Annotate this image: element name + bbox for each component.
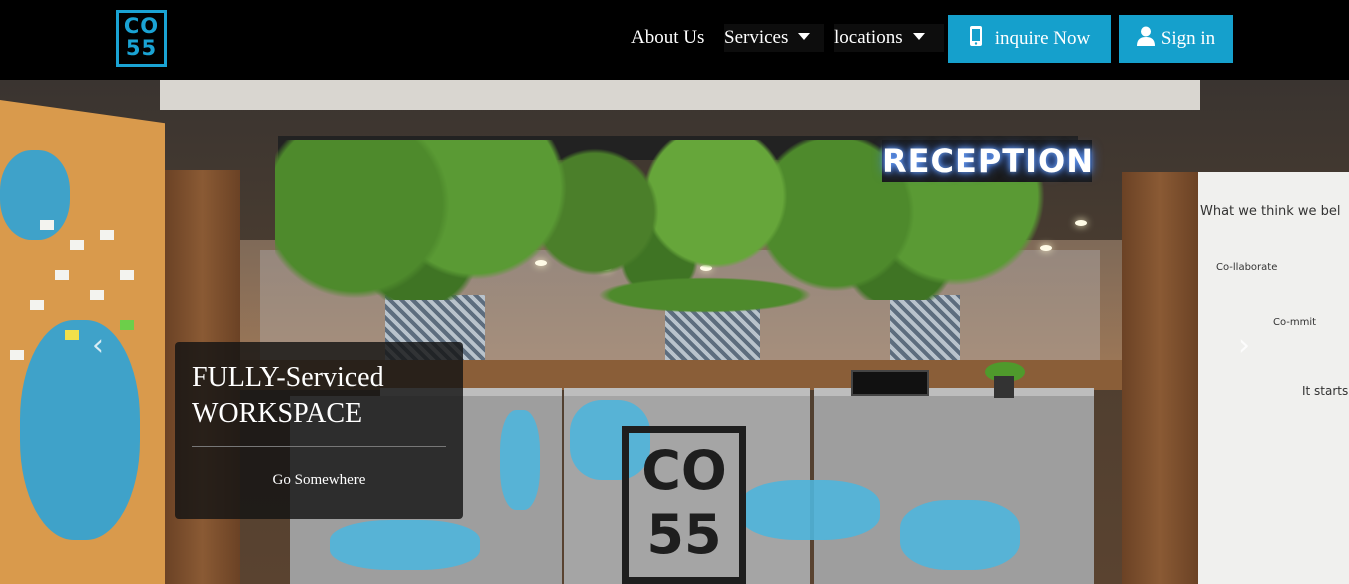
inquire-now-label: inquire Now <box>994 28 1091 49</box>
user-icon <box>1136 26 1155 52</box>
pinned-note <box>30 300 44 310</box>
plant-pot <box>994 376 1014 398</box>
sign-in-label: Sign in <box>1160 28 1216 49</box>
values-wall <box>1198 172 1349 584</box>
monitor <box>851 370 929 396</box>
co55-logo[interactable]: CO 55 <box>116 10 167 67</box>
nav-locations-dropdown[interactable]: locations <box>834 24 944 52</box>
hanging-plants <box>555 270 855 320</box>
hero-caption-box: FULLY-Serviced WORKSPACE Go Somewhere <box>175 342 463 519</box>
pinned-note <box>120 270 134 280</box>
sign-in-button[interactable]: Sign in <box>1119 15 1233 63</box>
logo-text-top: CO <box>123 14 160 38</box>
wall-pattern <box>890 295 960 360</box>
ceiling-light <box>1075 220 1087 226</box>
inquire-now-button[interactable]: inquire Now <box>948 15 1111 63</box>
services-label: Services <box>724 27 789 48</box>
caption-divider <box>192 446 446 447</box>
pinned-note <box>70 240 84 250</box>
mobile-phone-icon <box>969 25 983 53</box>
pinned-note <box>10 350 24 360</box>
hero-caption-title: FULLY-Serviced WORKSPACE <box>192 362 384 429</box>
pinned-note <box>40 220 54 230</box>
chevron-down-icon <box>912 33 925 40</box>
locations-label: locations <box>834 27 903 48</box>
top-navbar: CO 55 About Us Services locations inquir… <box>0 0 1349 80</box>
desk-paint <box>740 480 880 540</box>
map-water <box>20 320 140 540</box>
map-water <box>0 150 70 240</box>
desk-paint <box>330 520 480 570</box>
values-wall-line: It starts <box>1302 384 1349 398</box>
nav-services-dropdown[interactable]: Services <box>724 24 824 52</box>
pinned-note <box>100 230 114 240</box>
nav-about-us[interactable]: About Us <box>631 26 704 50</box>
pinned-note <box>90 290 104 300</box>
desk-logo-top: CO <box>641 439 727 502</box>
values-wall-heading: What we think we bel <box>1200 204 1341 219</box>
carousel-prev-arrow[interactable]: ‹ <box>92 328 104 363</box>
desk-co55-logo: CO 55 <box>622 426 746 584</box>
go-somewhere-link[interactable]: Go Somewhere <box>175 472 463 489</box>
values-wall-line: Co-llaborate <box>1216 262 1278 273</box>
desk-paint <box>500 410 540 510</box>
pinned-note <box>120 320 134 330</box>
pinned-note <box>55 270 69 280</box>
wood-panel <box>1122 172 1198 584</box>
carousel-next-arrow[interactable]: › <box>1238 328 1250 363</box>
chevron-down-icon <box>798 33 811 40</box>
logo-text-bottom: 55 <box>125 36 158 60</box>
reception-sign: RECEPTION <box>882 140 1095 182</box>
ceiling <box>160 80 1200 110</box>
desk-logo-bottom: 55 <box>646 503 722 566</box>
pinned-note <box>65 330 79 340</box>
values-wall-line: Co-mmit <box>1273 317 1317 328</box>
desk-paint <box>900 500 1020 570</box>
